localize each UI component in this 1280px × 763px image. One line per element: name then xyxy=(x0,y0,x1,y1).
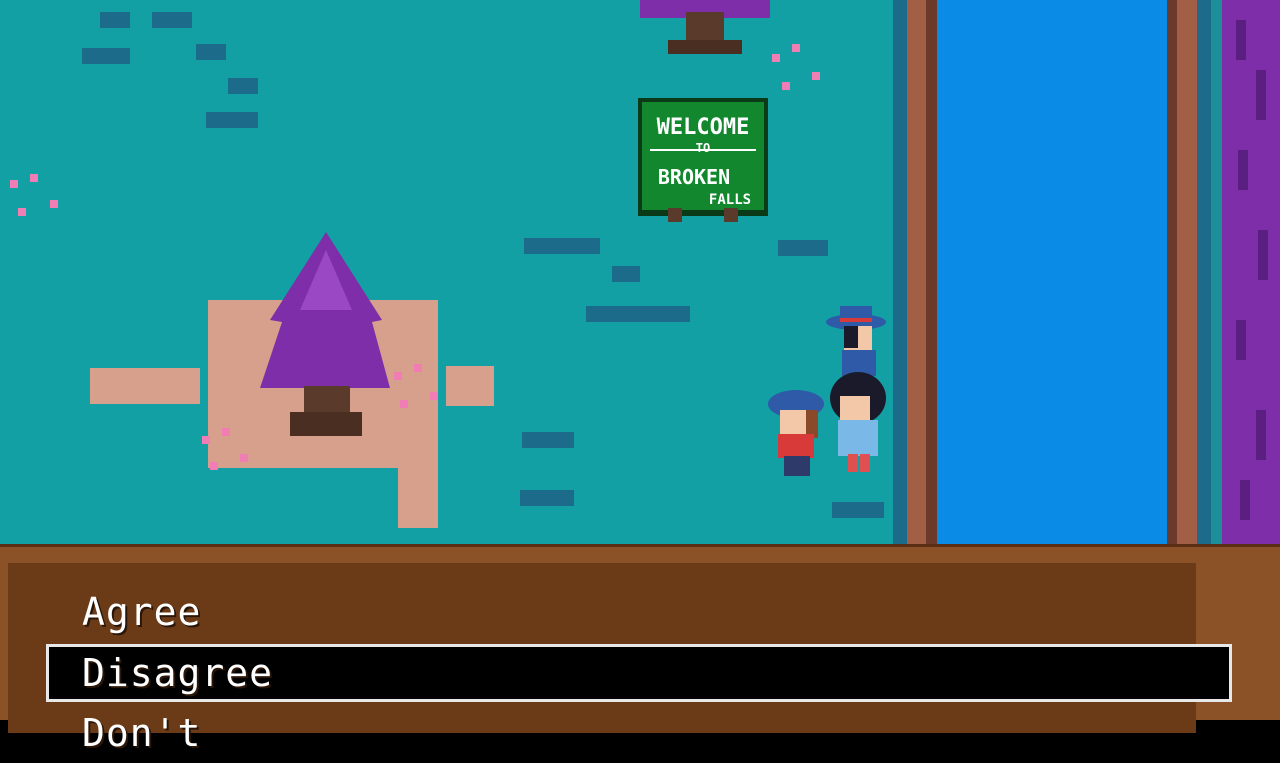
choice-window: Agree Disagree Don't xyxy=(0,544,1280,755)
sign-line-4: FALLS xyxy=(709,192,751,208)
choice-disagree[interactable]: Disagree xyxy=(46,644,1232,702)
purple-forest xyxy=(1211,0,1280,545)
sign-line-3: BROKEN xyxy=(658,165,730,189)
choice-dont[interactable]: Don't xyxy=(46,705,1232,763)
welcome-sign: WELCOME TO BROKEN FALLS xyxy=(638,98,768,222)
sign-line-2: TO xyxy=(696,141,710,155)
river xyxy=(937,0,1167,545)
sign-line-1: WELCOME xyxy=(657,115,750,140)
river-area xyxy=(893,0,1211,545)
choice-agree[interactable]: Agree xyxy=(46,584,1232,642)
game-scene: WELCOME TO BROKEN FALLS xyxy=(0,0,1280,545)
